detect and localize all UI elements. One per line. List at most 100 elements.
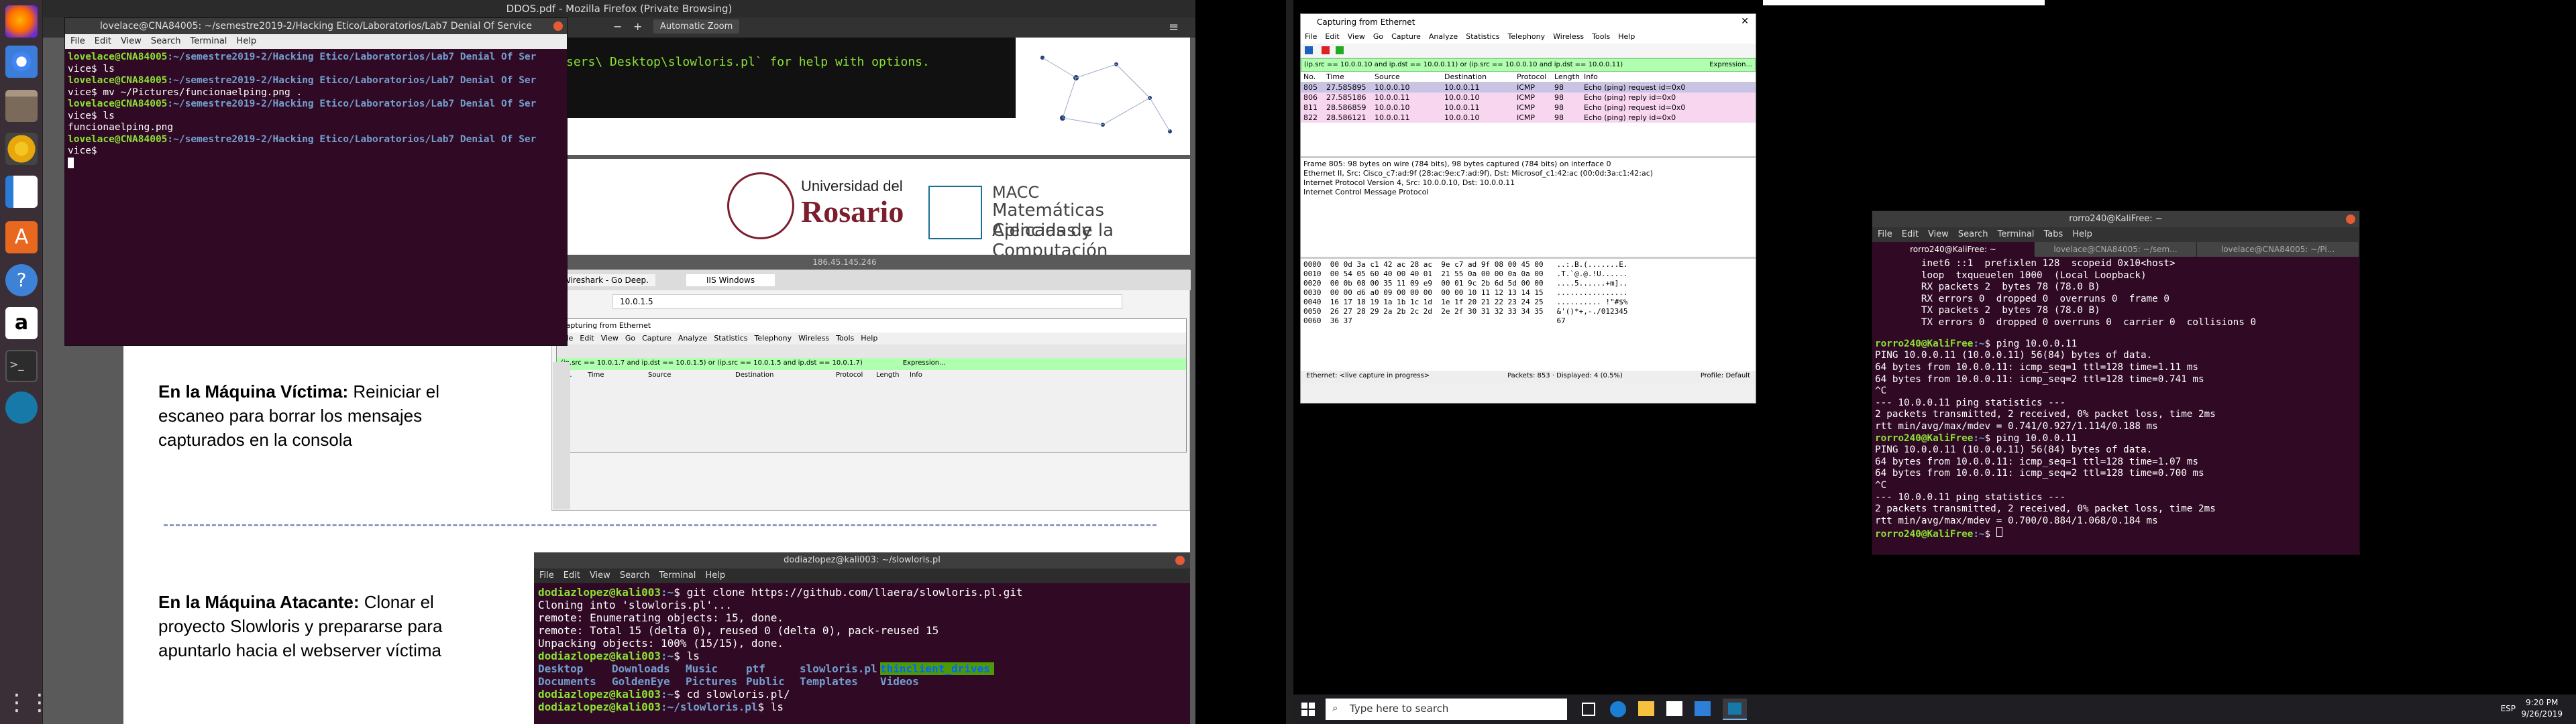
- terminal-tab[interactable]: rorro240@KaliFree: ~: [1872, 242, 2035, 257]
- lovelace-menu-item[interactable]: Terminal: [190, 36, 227, 46]
- lovelace-menu-item[interactable]: Help: [236, 36, 256, 46]
- embedded-wireshark-menu-item[interactable]: Capture: [642, 334, 672, 343]
- attacker-menu-item[interactable]: Help: [705, 570, 725, 581]
- kali-menu-item[interactable]: Help: [2072, 229, 2092, 239]
- table-row[interactable]: 811 28.586859 10.0.0.10 10.0.0.11 ICMP 98 Echo…: [1301, 103, 1756, 113]
- attacker-menu-item[interactable]: View: [590, 570, 610, 581]
- lovelace-menu-item[interactable]: File: [70, 36, 85, 46]
- zoom-out-button[interactable]: −: [613, 20, 622, 33]
- table-row[interactable]: 822 28.586121 10.0.0.11 10.0.0.10 ICMP 98 Echo…: [1301, 113, 1756, 123]
- attacker-menu-item[interactable]: Terminal: [659, 570, 696, 581]
- wireshark-menu-item[interactable]: Statistics: [1466, 32, 1499, 42]
- zoom-select[interactable]: Automatic Zoom: [653, 19, 740, 34]
- detail-line[interactable]: Internet Control Message Protocol: [1303, 188, 1753, 197]
- embedded-wireshark-menu-item[interactable]: Edit: [580, 334, 594, 343]
- kali-menu-item[interactable]: Search: [1958, 229, 1988, 239]
- wireshark-menu-item[interactable]: Help: [1618, 32, 1635, 42]
- scrollbar[interactable]: [1286, 0, 1293, 724]
- store-icon[interactable]: [1666, 701, 1682, 716]
- explorer-icon[interactable]: [1638, 701, 1654, 716]
- kali-menu-item[interactable]: Terminal: [1997, 229, 2034, 239]
- prompt-dir: :~: [661, 688, 674, 701]
- edge-icon[interactable]: [1610, 701, 1626, 717]
- embedded-wireshark-menu-item[interactable]: Tools: [836, 334, 854, 343]
- attacker-menu-item[interactable]: Search: [620, 570, 650, 581]
- software-icon[interactable]: A: [5, 221, 38, 253]
- lovelace-menu-item[interactable]: View: [121, 36, 142, 46]
- stop-icon[interactable]: [1322, 46, 1330, 54]
- launcher: A ? a >_ ⋮⋮⋮: [0, 0, 74, 724]
- writer-icon[interactable]: [5, 176, 38, 208]
- embedded-wireshark-menu-item[interactable]: Statistics: [714, 334, 747, 343]
- windows-start-icon[interactable]: [1301, 703, 1315, 716]
- chromium-icon[interactable]: [5, 46, 38, 78]
- column-header[interactable]: Length: [1552, 72, 1581, 82]
- attacker-terminal-body[interactable]: dodiazlopez@kali003:~$ git clone https:/…: [534, 583, 1190, 716]
- embedded-wireshark-menu-item[interactable]: View: [601, 334, 619, 343]
- ls-entry: Pictures: [686, 675, 738, 688]
- wireshark-menu-item[interactable]: Wireless: [1553, 32, 1584, 42]
- wireshark-menu-item[interactable]: View: [1348, 32, 1365, 42]
- amazon-icon[interactable]: a: [5, 307, 38, 339]
- column-header[interactable]: Info: [1581, 72, 1756, 82]
- restart-icon[interactable]: [1336, 46, 1344, 54]
- wireshark-menu-item[interactable]: Capture: [1391, 32, 1421, 42]
- column-header[interactable]: No.: [1301, 72, 1324, 82]
- kali-menu-item[interactable]: Edit: [1902, 229, 1919, 239]
- display-filter[interactable]: (ip.src == 10.0.0.10 and ip.dst == 10.0.…: [1301, 58, 1756, 72]
- task-view-icon[interactable]: [1582, 703, 1595, 716]
- embedded-wireshark-menu-item[interactable]: Telephony: [755, 334, 792, 343]
- wireshark-menu-item[interactable]: File: [1305, 32, 1317, 42]
- column-header[interactable]: Destination: [1442, 72, 1514, 82]
- embedded-wireshark-menu-item[interactable]: Analyze: [678, 334, 707, 343]
- detail-line[interactable]: Internet Protocol Version 4, Src: 10.0.0…: [1303, 178, 1753, 188]
- table-row[interactable]: 806 27.585186 10.0.0.11 10.0.0.10 ICMP 98 Echo…: [1301, 93, 1756, 103]
- wireshark-taskbar-icon[interactable]: [1723, 699, 1747, 720]
- kali-terminal-body[interactable]: inet6 ::1 prefixlen 128 scopeid 0x10<hos…: [1872, 257, 2359, 542]
- help-icon[interactable]: ?: [5, 264, 38, 296]
- embedded-wireshark-menu-item[interactable]: Wireless: [798, 334, 829, 343]
- column-header[interactable]: Protocol: [1514, 72, 1552, 82]
- wireshark-menu-item[interactable]: Telephony: [1508, 32, 1546, 42]
- embedded-wireshark-menu-item[interactable]: Help: [861, 334, 877, 343]
- zoom-in-button[interactable]: +: [633, 20, 642, 33]
- terminal-tab[interactable]: lovelace@CNA84005: ~/Pi...: [2197, 242, 2359, 257]
- detail-line[interactable]: Ethernet II, Src: Cisco_c7:ad:9f (28:ac:…: [1303, 169, 1753, 178]
- close-icon[interactable]: [1175, 556, 1185, 565]
- clock[interactable]: 9:20 PM 9/26/2019: [2521, 697, 2563, 720]
- files-icon[interactable]: [5, 90, 38, 122]
- close-icon[interactable]: [553, 21, 563, 31]
- attacker-menu-item[interactable]: Edit: [564, 570, 580, 581]
- detail-line[interactable]: Frame 805: 98 bytes on wire (784 bits), …: [1303, 160, 1753, 169]
- close-icon[interactable]: ✕: [1741, 16, 1749, 27]
- column-header[interactable]: Time: [1324, 72, 1372, 82]
- lovelace-terminal-body[interactable]: lovelace@CNA84005:~/semestre2019-2/Hacki…: [65, 49, 567, 174]
- kali-menu-item[interactable]: Tabs: [2043, 229, 2063, 239]
- mail-icon[interactable]: [1695, 701, 1711, 716]
- close-icon[interactable]: [2346, 215, 2355, 224]
- wireshark-menu-item[interactable]: Go: [1373, 32, 1383, 42]
- wireshark-menu-item[interactable]: Edit: [1325, 32, 1339, 42]
- wireshark-icon[interactable]: [5, 391, 38, 424]
- terminal-tab[interactable]: lovelace@CNA84005: ~/sem...: [2035, 242, 2197, 257]
- menu-icon[interactable]: ≡: [1169, 20, 1179, 34]
- table-row[interactable]: 805 27.585895 10.0.0.10 10.0.0.11 ICMP 98 Echo…: [1301, 82, 1756, 93]
- kali-menu-item[interactable]: File: [1878, 229, 1892, 239]
- lovelace-menu-item[interactable]: Edit: [95, 36, 111, 46]
- firefox-icon[interactable]: [5, 5, 38, 38]
- table-cell: 10.0.0.10: [1444, 113, 1480, 122]
- column-header[interactable]: Source: [1372, 72, 1442, 82]
- apps-grid-icon[interactable]: ⋮⋮⋮: [5, 686, 74, 719]
- lovelace-menu-item[interactable]: Search: [151, 36, 181, 46]
- taskbar-search[interactable]: ⌕ Type here to search: [1326, 699, 1567, 720]
- terminal-icon[interactable]: >_: [5, 350, 38, 382]
- language-indicator[interactable]: ESP: [2501, 704, 2516, 713]
- expression-button[interactable]: Expression...: [1709, 61, 1752, 68]
- rhythmbox-icon[interactable]: [5, 133, 38, 165]
- shark-fin-icon[interactable]: [1305, 46, 1313, 54]
- kali-menu-item[interactable]: View: [1928, 229, 1949, 239]
- attacker-menu-item[interactable]: File: [539, 570, 554, 581]
- wireshark-menu-item[interactable]: Analyze: [1429, 32, 1458, 42]
- wireshark-menu-item[interactable]: Tools: [1592, 32, 1610, 42]
- embedded-wireshark-menu-item[interactable]: Go: [625, 334, 635, 343]
